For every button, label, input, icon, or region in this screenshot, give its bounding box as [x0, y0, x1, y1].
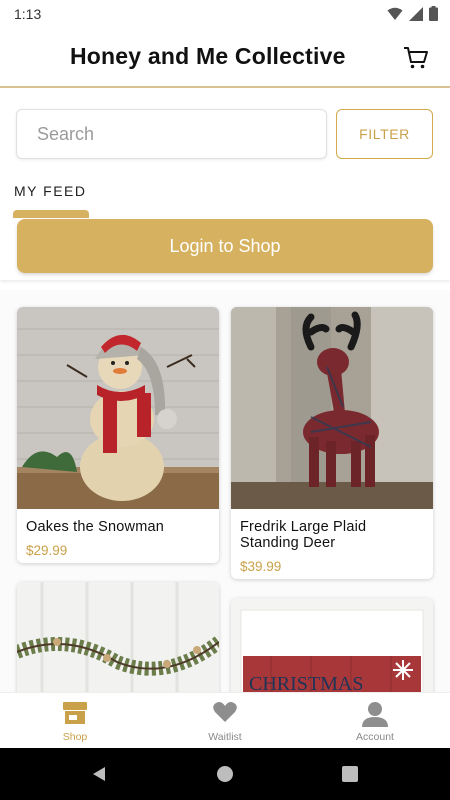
- product-name: Oakes the Snowman: [26, 519, 164, 535]
- my-feed-indicator: [13, 210, 89, 218]
- product-image: [231, 307, 433, 509]
- bottom-nav: Shop Waitlist Account: [0, 692, 450, 748]
- product-name: Fredrik Large Plaid Standing Deer: [240, 519, 367, 551]
- nav-shop-label: Shop: [62, 731, 88, 743]
- nav-account[interactable]: Account: [300, 693, 450, 749]
- battery-icon: [429, 6, 438, 21]
- nav-shop[interactable]: Shop: [0, 693, 150, 749]
- shop-icon: [63, 702, 87, 724]
- recents-icon[interactable]: [342, 766, 358, 782]
- home-icon[interactable]: [216, 765, 234, 783]
- account-icon: [362, 702, 388, 727]
- wifi-icon: [387, 7, 403, 20]
- product-price: $39.99: [240, 559, 282, 574]
- search-area: FILTER MY FEED Login to Shop: [0, 90, 450, 280]
- christmas-sign-text: CHRISTMAS: [249, 673, 363, 692]
- product-image: CHRISTMAS: [231, 598, 433, 692]
- my-feed-tab[interactable]: MY FEED: [14, 183, 86, 199]
- heart-icon: [213, 702, 237, 722]
- product-image: [17, 582, 219, 692]
- status-time: 1:13: [14, 6, 42, 22]
- filter-button[interactable]: FILTER: [336, 109, 433, 159]
- product-card[interactable]: [17, 582, 219, 692]
- product-price: $29.99: [26, 543, 68, 558]
- signal-icon: [409, 6, 423, 21]
- search-input[interactable]: [16, 109, 327, 159]
- product-card[interactable]: CHRISTMAS: [231, 598, 433, 692]
- cart-icon: [404, 47, 428, 69]
- app-header: Honey and Me Collective: [0, 28, 450, 88]
- login-to-shop-button[interactable]: Login to Shop: [17, 219, 433, 273]
- nav-account-label: Account: [356, 731, 394, 743]
- cart-button[interactable]: [402, 44, 430, 72]
- system-nav-bar: [0, 748, 450, 800]
- product-grid: Oakes the Snowman $29.99 Fredrik Large P…: [0, 290, 450, 692]
- product-card[interactable]: Fredrik Large Plaid Standing Deer $39.99: [231, 307, 433, 579]
- back-icon[interactable]: [90, 765, 108, 783]
- product-card[interactable]: Oakes the Snowman $29.99: [17, 307, 219, 563]
- nav-waitlist-label: Waitlist: [208, 731, 242, 743]
- status-icons: [387, 6, 438, 21]
- status-bar: 1:13: [0, 0, 450, 28]
- product-image: [17, 307, 219, 509]
- app-title: Honey and Me Collective: [70, 43, 346, 69]
- nav-waitlist[interactable]: Waitlist: [150, 693, 300, 749]
